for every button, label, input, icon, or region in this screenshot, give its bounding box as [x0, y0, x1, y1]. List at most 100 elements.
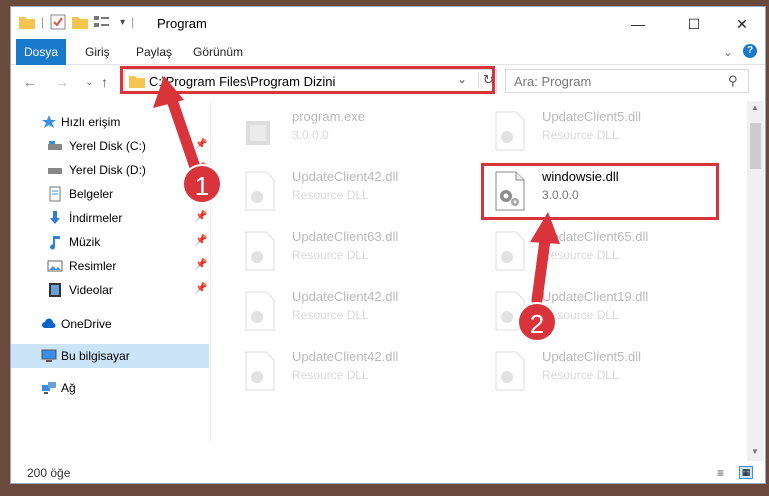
folder-icon [19, 17, 35, 29]
dll-file-icon [495, 351, 525, 391]
sidebar-item-onedrive[interactable]: OneDrive [11, 312, 209, 336]
file-name: UpdateClient19.dll [542, 289, 649, 304]
computer-icon [41, 349, 57, 362]
file-tile[interactable]: UpdateClient5.dll Resource DLL [470, 103, 700, 159]
sidebar-item-label: Yerel Disk (C:) [69, 139, 146, 153]
sidebar-item-videos[interactable]: Videolar 📌 [11, 278, 209, 302]
file-description: Resource DLL [542, 128, 619, 142]
file-description: 3.0.0.0 [292, 128, 329, 142]
pin-icon[interactable]: 📌 [195, 283, 207, 294]
scrollbar-thumb[interactable] [750, 123, 761, 169]
file-tile[interactable]: UpdateClient42.dll Resource DLL [220, 283, 450, 339]
sidebar-item-local-disk-d[interactable]: Yerel Disk (D:) 📌 [11, 158, 209, 182]
sidebar-item-network[interactable]: Ağ [11, 376, 209, 400]
tab-share[interactable]: Paylaş [136, 39, 172, 65]
details-view-icon[interactable]: ≡ [717, 466, 724, 480]
video-icon [49, 283, 61, 297]
sidebar-item-label: Videolar [69, 283, 113, 297]
step-badge-1: 1 [182, 164, 222, 204]
tab-home[interactable]: Giriş [85, 39, 110, 65]
sidebar-item-this-pc[interactable]: Bu bilgisayar [11, 344, 209, 368]
window-title: Program [157, 16, 207, 31]
scroll-up-icon[interactable]: ▲ [751, 103, 759, 112]
sidebar-item-local-disk-c[interactable]: Yerel Disk (C:) 📌 [11, 134, 209, 158]
drive-icon [48, 141, 62, 150]
dll-file-icon [245, 171, 275, 211]
documents-icon [49, 186, 61, 202]
status-bar: 200 öğe ≡ ▦ [11, 461, 765, 483]
view-options-icon[interactable] [94, 15, 114, 29]
file-name: UpdateClient42.dll [292, 169, 399, 184]
separator: | [131, 15, 135, 29]
search-box[interactable]: Ara: Program ⚲ [505, 69, 749, 93]
pin-icon[interactable]: 📌 [195, 235, 207, 246]
file-list: program.exe 3.0.0.0 UpdateClient5.dll Re… [212, 101, 747, 461]
drive-icon [48, 168, 62, 174]
scroll-down-icon[interactable]: ▼ [751, 447, 759, 456]
vertical-scrollbar[interactable]: ▲ ▼ [747, 101, 764, 461]
music-icon [50, 236, 60, 250]
up-button[interactable]: ↑ [101, 74, 108, 90]
sidebar-item-pictures[interactable]: Resimler 📌 [11, 254, 209, 278]
step-badge-2: 2 [517, 302, 557, 342]
sidebar-item-music[interactable]: Müzik 📌 [11, 230, 209, 254]
pin-icon[interactable]: 📌 [195, 139, 207, 150]
file-name: UpdateClient5.dll [542, 109, 642, 124]
properties-icon[interactable] [50, 14, 66, 30]
file-tile[interactable]: UpdateClient65.dll Resource DLL [470, 223, 700, 279]
sidebar-item-label: Hızlı erişim [61, 115, 121, 129]
expand-ribbon-icon[interactable]: ⌄ [723, 45, 733, 59]
quick-access-toolbar: | ▾ | [19, 14, 134, 30]
ribbon-tabs: Dosya Giriş Paylaş Görünüm ⌄ ? [11, 39, 765, 65]
title-bar: | ▾ | Program — ☐ ✕ [11, 7, 765, 39]
forward-button[interactable]: → [55, 74, 69, 90]
tab-view[interactable]: Görünüm [193, 39, 243, 65]
sidebar-item-label: Müzik [69, 235, 101, 249]
pin-icon[interactable]: 📌 [195, 259, 207, 270]
navigation-pane: Hızlı erişim Yerel Disk (C:) 📌 Yerel Dis… [11, 101, 211, 441]
sidebar-item-label: OneDrive [61, 317, 112, 331]
network-icon [42, 382, 56, 394]
file-name: UpdateClient65.dll [542, 229, 649, 244]
file-tile[interactable]: UpdateClient63.dll Resource DLL [220, 223, 450, 279]
pictures-icon [47, 260, 63, 272]
minimize-button[interactable]: — [615, 11, 661, 37]
close-button[interactable]: ✕ [719, 11, 765, 37]
file-tile[interactable]: program.exe 3.0.0.0 [220, 103, 450, 159]
file-tile[interactable]: UpdateClient42.dll Resource DLL [220, 163, 450, 219]
file-tile[interactable]: UpdateClient42.dll Resource DLL [220, 343, 450, 399]
new-folder-icon[interactable] [72, 15, 89, 29]
search-icon[interactable]: ⚲ [728, 73, 738, 89]
sidebar-item-quick-access[interactable]: Hızlı erişim [11, 110, 209, 134]
pin-icon[interactable]: 📌 [195, 211, 207, 222]
separator: | [41, 15, 45, 29]
file-name: program.exe [292, 109, 365, 124]
customize-toolbar-icon[interactable]: ▾ [120, 17, 125, 28]
help-icon[interactable]: ? [743, 44, 757, 58]
sidebar-item-label: İndirmeler [69, 211, 123, 225]
sidebar-item-label: Resimler [69, 259, 117, 273]
file-tile[interactable]: UpdateClient5.dll Resource DLL [470, 343, 700, 399]
dll-file-icon [245, 351, 275, 391]
file-description: Resource DLL [292, 188, 369, 202]
exe-file-icon [246, 121, 270, 145]
dll-file-icon [245, 231, 275, 271]
file-tile[interactable]: UpdateClient19.dll Resource DLL [470, 283, 700, 339]
download-icon [50, 211, 60, 224]
file-description: Resource DLL [292, 308, 369, 322]
large-icons-view-icon[interactable]: ▦ [739, 466, 753, 479]
search-input[interactable]: Ara: Program [514, 74, 591, 89]
file-highlight-box [481, 163, 719, 220]
recent-locations-icon[interactable]: ⌄ [85, 77, 93, 88]
address-bar-highlight [120, 66, 495, 94]
file-name: UpdateClient5.dll [542, 349, 642, 364]
sidebar-item-downloads[interactable]: İndirmeler 📌 [11, 206, 209, 230]
file-description: Resource DLL [292, 248, 369, 262]
item-count: 200 öğe [27, 466, 71, 480]
sidebar-item-documents[interactable]: Belgeler 📌 [11, 182, 209, 206]
file-name: UpdateClient63.dll [292, 229, 399, 244]
tab-file[interactable]: Dosya [16, 39, 66, 65]
file-description: Resource DLL [292, 368, 369, 382]
maximize-button[interactable]: ☐ [671, 11, 717, 37]
back-button[interactable]: ← [23, 74, 37, 90]
